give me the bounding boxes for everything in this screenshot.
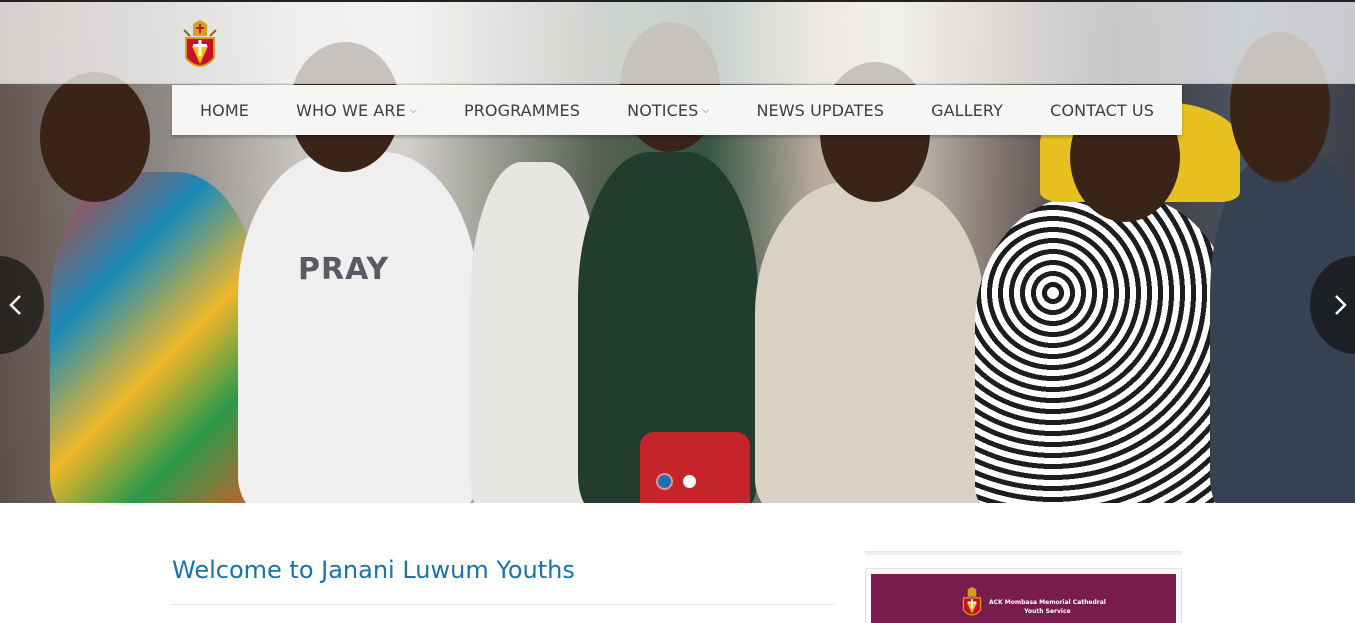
page: PRAY HOME WHO WE ARE ⌵ PROGRAMMES NOTICES… bbox=[0, 0, 1355, 623]
main-nav: HOME WHO WE ARE ⌵ PROGRAMMES NOTICES ⌵ NEW… bbox=[172, 85, 1182, 135]
nav-contact-us-label: CONTACT US bbox=[1050, 100, 1154, 120]
nav-programmes-label: PROGRAMMES bbox=[463, 100, 580, 120]
nav-notices[interactable]: NOTICES ⌵ bbox=[627, 101, 709, 120]
nav-news-updates-label: NEWS UPDATES bbox=[756, 100, 884, 120]
sidebar-banner-card[interactable]: ACK Mombasa Memorial Cathedral Youth Ser… bbox=[865, 568, 1182, 623]
red-handbag bbox=[640, 432, 750, 503]
chevron-right-icon bbox=[1335, 295, 1347, 315]
sidebar-divider bbox=[865, 551, 1182, 555]
nav-gallery[interactable]: GALLERY bbox=[931, 101, 1003, 120]
nav-home[interactable]: HOME bbox=[200, 101, 249, 120]
nav-gallery-label: GALLERY bbox=[931, 100, 1003, 120]
nav-programmes[interactable]: PROGRAMMES bbox=[464, 101, 580, 120]
banner-title-line1: ACK Mombasa Memorial Cathedral bbox=[989, 599, 1106, 606]
banner-title: ACK Mombasa Memorial Cathedral Youth Ser… bbox=[989, 598, 1106, 616]
banner-title-line2: Youth Service bbox=[1024, 608, 1071, 615]
chevron-down-icon: ⌵ bbox=[409, 106, 417, 116]
heading-divider bbox=[172, 604, 835, 605]
slider-dot-2[interactable] bbox=[683, 475, 696, 488]
nav-news-updates[interactable]: NEWS UPDATES bbox=[756, 101, 883, 120]
shirt-print-text: PRAY bbox=[298, 252, 390, 287]
chevron-left-icon bbox=[9, 295, 21, 315]
slider-pagination bbox=[658, 475, 696, 488]
nav-notices-label: NOTICES bbox=[627, 100, 699, 120]
nav-who-we-are[interactable]: WHO WE ARE ⌵ bbox=[296, 101, 417, 120]
cathedral-crest-icon[interactable] bbox=[182, 20, 218, 76]
welcome-heading: Welcome to Janani Luwum Youths bbox=[172, 556, 575, 584]
chevron-down-icon: ⌵ bbox=[702, 106, 710, 116]
nav-contact-us[interactable]: CONTACT US bbox=[1050, 101, 1154, 120]
youth-service-banner: ACK Mombasa Memorial Cathedral Youth Ser… bbox=[871, 574, 1176, 623]
hero-slider: PRAY HOME WHO WE ARE ⌵ PROGRAMMES NOTICES… bbox=[0, 0, 1355, 503]
slider-dot-1[interactable] bbox=[658, 475, 671, 488]
cathedral-crest-icon bbox=[962, 586, 982, 616]
nav-home-label: HOME bbox=[200, 100, 249, 120]
nav-who-we-are-label: WHO WE ARE bbox=[296, 100, 406, 120]
